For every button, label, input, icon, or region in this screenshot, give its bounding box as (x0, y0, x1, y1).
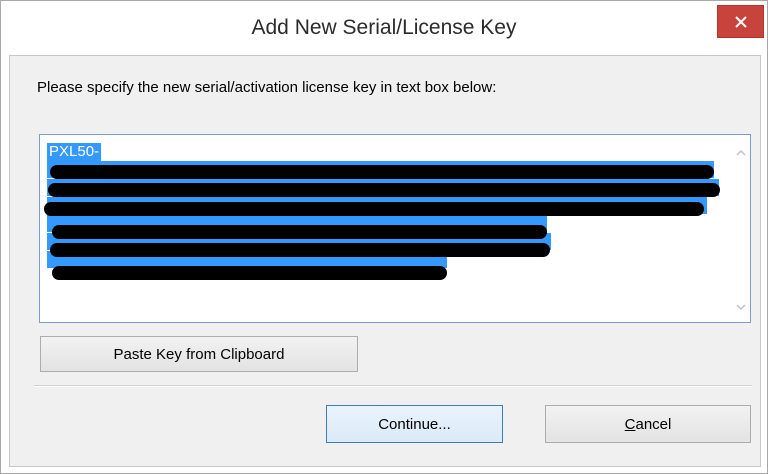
vertical-scrollbar[interactable] (732, 136, 749, 321)
close-icon (734, 15, 747, 28)
separator (34, 385, 752, 387)
title-bar[interactable]: Add New Serial/License Key (1, 1, 767, 55)
instruction-label: Please specify the new serial/activation… (37, 79, 497, 96)
continue-button[interactable]: Continue... (326, 405, 503, 443)
chevron-up-icon (735, 149, 746, 156)
chevron-down-icon (735, 303, 746, 310)
paste-key-button[interactable]: Paste Key from Clipboard (40, 336, 358, 372)
dialog-title: Add New Serial/License Key (251, 16, 517, 39)
dialog-body: Please specify the new serial/activation… (9, 55, 761, 467)
license-key-textbox[interactable]: PXL50- (39, 134, 751, 323)
close-button[interactable] (717, 5, 764, 38)
redaction-mark (50, 165, 714, 179)
cancel-button-label: Cancel (624, 415, 672, 433)
redaction-mark (50, 243, 550, 257)
redaction-mark (44, 202, 704, 216)
dialog-window: Add New Serial/License Key Please specif… (0, 0, 768, 474)
scroll-up-button[interactable] (732, 144, 749, 161)
redaction-mark (52, 225, 547, 239)
redaction-mark (52, 266, 447, 280)
cancel-button[interactable]: Cancel (545, 405, 751, 443)
redaction-mark (48, 183, 720, 197)
scroll-down-button[interactable] (732, 298, 749, 315)
license-key-prefix: PXL50- (47, 143, 102, 161)
